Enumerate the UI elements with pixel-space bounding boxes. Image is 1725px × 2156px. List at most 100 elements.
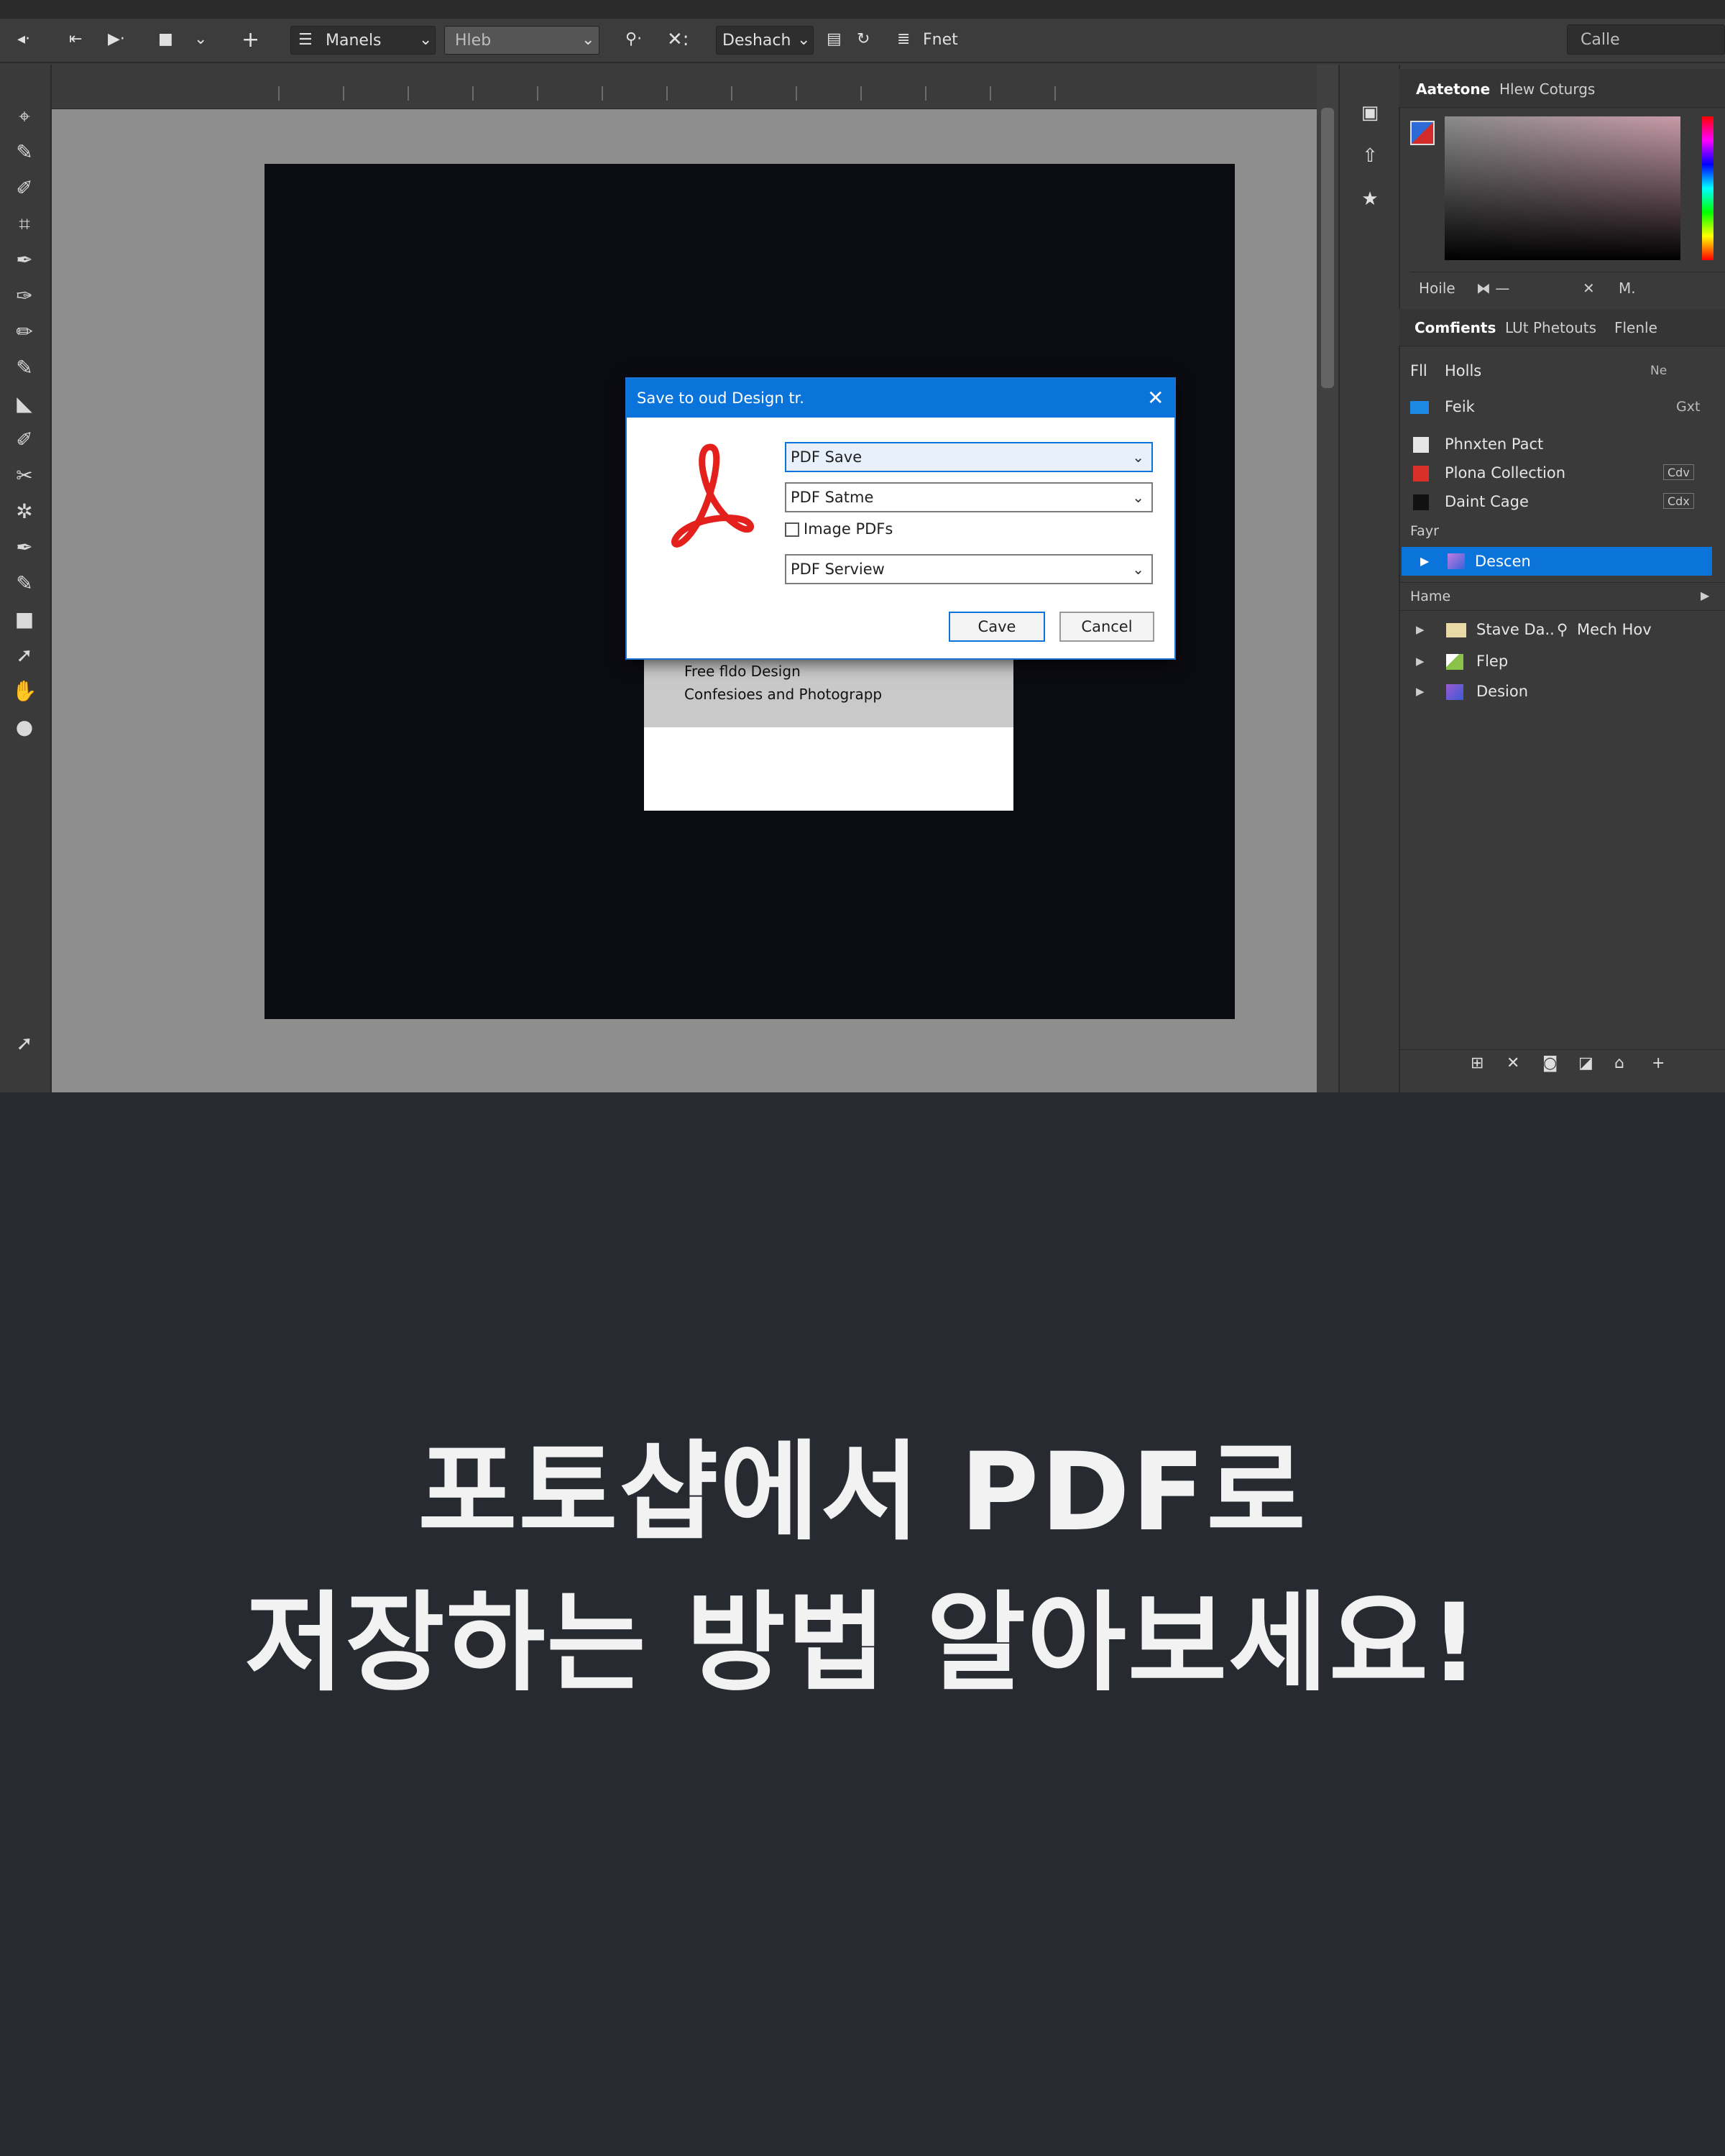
chevron-down-icon: ⌄ [1132,489,1144,506]
tab-properties[interactable]: Flenle [1614,319,1657,336]
expand-arrow-icon[interactable]: ▶ [1420,547,1429,576]
layer-row[interactable]: Feik Gxt [1399,392,1725,421]
image-pdfs-label: Image PDFs [804,520,893,538]
cancel-button[interactable]: Cancel [1059,612,1154,642]
blend-select-label: Deshach [722,32,791,50]
gradient-tool-icon[interactable]: ◣ [10,390,39,418]
close-icon[interactable]: ✕ [1147,386,1164,410]
pdf-file-icon [1413,466,1429,482]
tree-row[interactable]: ▶ Stave Da.. ⚲ Mech Hov [1399,615,1725,644]
foreground-color-swatch[interactable] [1410,121,1435,145]
grid-icon[interactable]: ▤ [827,30,842,48]
sparkle-tool-icon[interactable]: ✲ [10,497,39,526]
image-icon [1413,494,1429,510]
save-button[interactable]: Cave [949,612,1045,642]
close-x-icon[interactable]: ✕: [667,29,689,50]
preset-select[interactable]: PDF Satme ⌄ [785,482,1153,512]
layer-row-text: Daint Cage [1445,493,1529,510]
dodge-tool-icon[interactable]: ✒ [10,533,39,562]
chevron-down-icon: ⌄ [419,31,433,49]
chevron-down-icon[interactable]: ⌄ [194,30,207,48]
play-icon[interactable]: ▶· [108,30,125,48]
group-icon[interactable]: ⌂ [1614,1054,1624,1072]
lasso-tool-icon[interactable]: ⌖ [10,102,39,131]
group-header[interactable]: Hame ▶ [1399,582,1725,611]
eraser-tool-icon[interactable]: ✎ [10,354,39,382]
brush-icon: ⚲ [1557,621,1568,638]
eyedropper-tool-icon[interactable]: ✎ [10,138,39,167]
tab-adjustments[interactable]: LUt Phetouts [1505,319,1596,336]
link-layers-icon[interactable]: ⊞ [1471,1054,1484,1072]
layer-row[interactable]: Plona Collection Cdv [1399,459,1725,487]
chevron-down-icon: ⌄ [1132,561,1144,578]
mask-icon[interactable]: ◙ [1542,1054,1558,1072]
pen-tool-icon[interactable]: ✐ [10,174,39,203]
move-arrows-icon[interactable]: ◂· [17,30,30,48]
layer-row[interactable]: Phnxten Pact [1399,430,1725,459]
magic-wand-icon[interactable]: ⚲· [625,30,642,48]
layer-row-text: Descen [1475,553,1531,570]
hand-tool-icon[interactable]: ✋ [10,677,39,706]
stamp-tool-icon[interactable]: ✑ [10,282,39,310]
layer-row[interactable]: Daint Cage Cdx [1399,487,1725,516]
preset-select[interactable]: ☰ Manels ⌄ [290,26,436,55]
zoom-tool-icon[interactable]: ● [10,713,39,742]
layer-row-prefix: Fll [1410,362,1427,379]
scrollbar-thumb[interactable] [1321,108,1334,388]
folder-icon [1410,401,1429,414]
x-icon[interactable]: ✕ [1583,280,1595,297]
tree-row-text: Desion [1476,683,1529,700]
service-select[interactable]: PDF Serview ⌄ [785,554,1153,584]
blur-tool-icon[interactable]: ✐ [10,425,39,454]
folder-icon[interactable]: ■ [158,30,173,48]
color-picker-field[interactable] [1445,116,1680,260]
tree-row[interactable]: ▶ Desion [1399,677,1725,706]
expand-arrow-icon[interactable]: ▶ [1416,647,1425,676]
chevron-right-icon[interactable]: ▶ [1701,589,1709,602]
brush-tool-icon[interactable]: ✒ [10,246,39,275]
adjustment-icon[interactable]: ◪ [1578,1054,1593,1072]
tree-row[interactable]: ▶ Flep [1399,647,1725,676]
tab-color[interactable]: Aatetone [1416,80,1490,98]
upload-panel-icon[interactable]: ⇧ [1356,145,1384,174]
tab-layers[interactable]: Comfients [1414,319,1496,336]
fx-icon[interactable]: ✕ [1506,1054,1519,1072]
list-icon: ☰ [298,31,313,49]
path-tool-icon[interactable]: ✎ [10,569,39,598]
document-icon [1413,437,1429,453]
blend-select[interactable]: Deshach ⌄ [716,26,814,55]
font-label[interactable]: Fnet [923,31,958,49]
tree-row-text: Stave Da.. [1476,621,1555,638]
list-icon[interactable]: ≣ [897,30,910,48]
selection-tool-icon[interactable]: ➚ [10,641,39,670]
scissors-tool-icon[interactable]: ✂ [10,461,39,490]
format-select-value: PDF Save [791,448,862,466]
crop-tool-icon[interactable]: ⌗ [10,210,39,239]
mode-select[interactable]: Hleb ⌄ [444,26,599,55]
layer-row[interactable]: Fll Holls Ne [1399,356,1725,385]
search-field[interactable]: Calle [1567,24,1725,55]
step-icon[interactable]: ⧓ — [1476,280,1509,297]
layer-row-text: Holls [1445,362,1482,379]
layer-row-selected[interactable]: ▶ Descen [1402,547,1712,576]
service-select-value: PDF Serview [791,561,885,578]
format-select[interactable]: PDF Save ⌄ [785,442,1153,472]
pointer-tool-icon[interactable]: ➚ [10,1029,39,1058]
expand-arrow-icon[interactable]: ▶ [1416,677,1425,706]
layer-row-badge: Gxt [1676,399,1701,415]
add-icon[interactable]: + [242,27,259,52]
expand-arrow-icon[interactable]: ▶ [1416,615,1425,644]
image-panel-icon[interactable]: ▣ [1356,102,1384,131]
ruler-ticks [278,86,1056,101]
tab-swatches[interactable]: Hlew Coturgs [1499,80,1595,98]
align-icon[interactable]: ⇤ [69,30,82,48]
history-brush-icon[interactable]: ✏ [10,318,39,346]
ruler [52,65,1317,109]
new-layer-icon[interactable]: + [1652,1054,1665,1072]
shape-tool-icon[interactable]: ■ [10,605,39,634]
hue-slider[interactable] [1702,116,1714,260]
preset-select-label: Manels [326,32,382,50]
star-panel-icon[interactable]: ★ [1356,188,1384,217]
refresh-icon[interactable]: ↻ [857,30,870,48]
image-pdfs-checkbox[interactable] [785,522,799,537]
